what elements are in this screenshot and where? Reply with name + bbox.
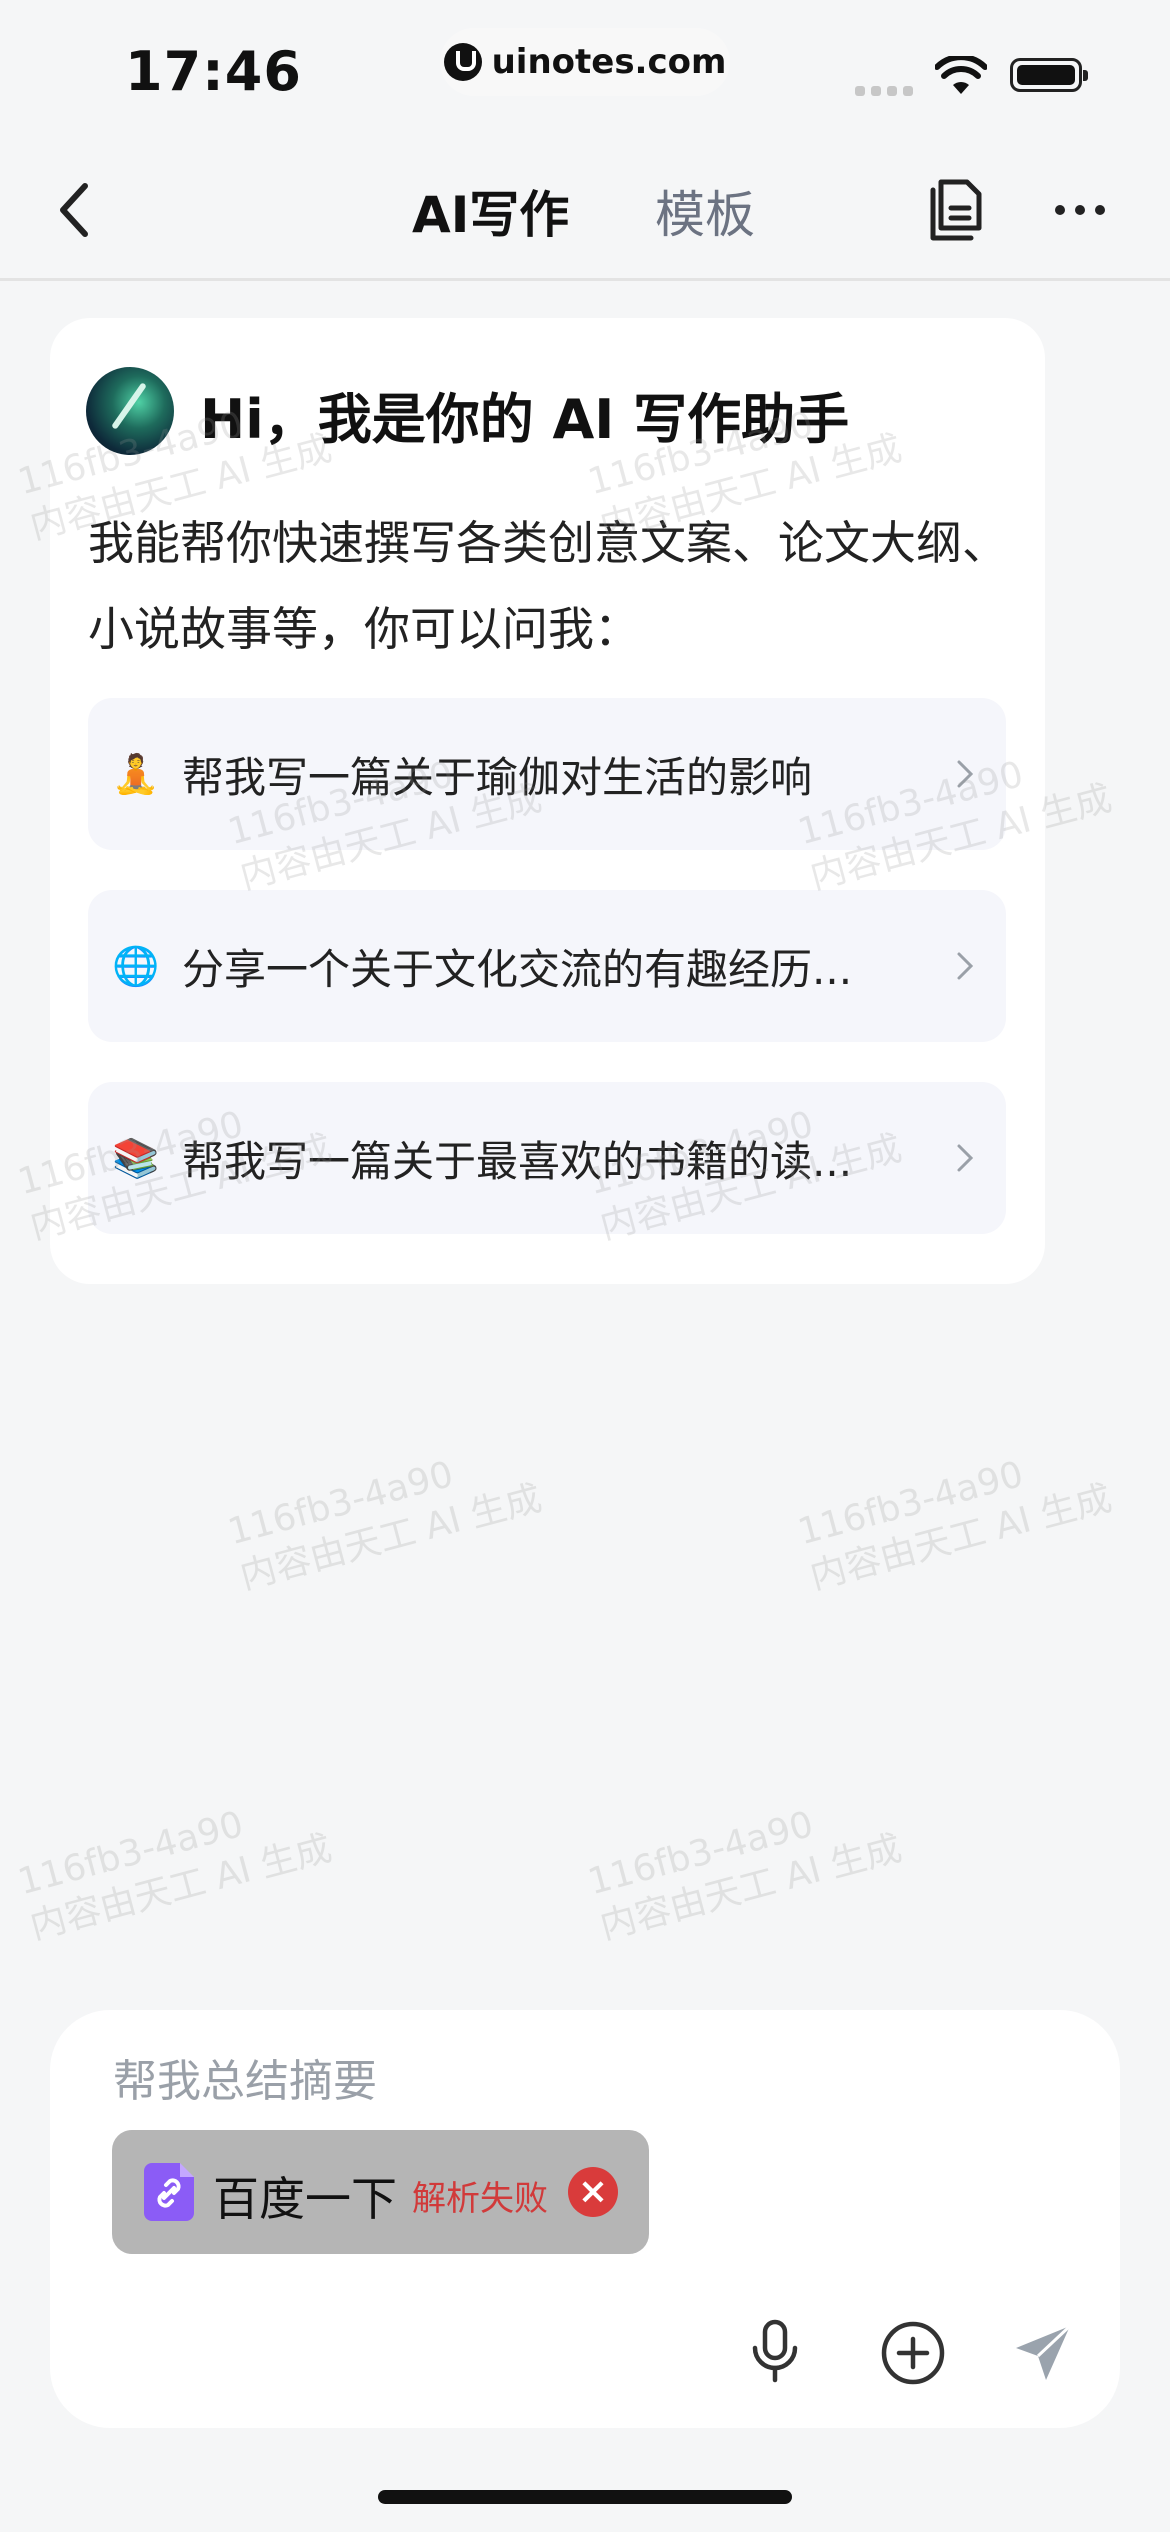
link-file-icon xyxy=(144,2163,194,2221)
chevron-right-icon xyxy=(957,760,974,788)
attachment-title: 百度一下 xyxy=(213,2172,397,2226)
remove-attachment-icon[interactable]: × xyxy=(568,2167,618,2217)
suggestion-item[interactable]: 🌐 分享一个关于文化交流的有趣经历... xyxy=(88,890,1006,1042)
tab-ai-writing[interactable]: AI写作 xyxy=(412,175,569,247)
site-logo-icon xyxy=(443,43,482,81)
chevron-left-icon[interactable] xyxy=(55,178,95,242)
yoga-emoji-icon: 🧘 xyxy=(112,751,160,796)
watermark: 116fb3-4a90 内容由天工 AI 生成 xyxy=(583,1803,906,1948)
watermark: 116fb3-4a90 内容由天工 AI 生成 xyxy=(223,1453,546,1598)
suggestion-item[interactable]: 📚 帮我写一篇关于最喜欢的书籍的读... xyxy=(88,1082,1006,1234)
books-emoji-icon: 📚 xyxy=(112,1135,160,1180)
cellular-signal-icon xyxy=(855,86,913,96)
attachment-status: 解析失败 xyxy=(412,2179,548,2219)
url-pill[interactable]: uinotes.com xyxy=(440,28,730,96)
composer-input[interactable]: 帮我总结摘要 xyxy=(113,2045,377,2109)
globe-emoji-icon: 🌐 xyxy=(112,943,160,988)
documents-icon[interactable] xyxy=(927,176,987,242)
microphone-icon[interactable] xyxy=(750,2318,800,2384)
suggestion-text: 帮我写一篇关于最喜欢的书籍的读... xyxy=(182,1136,853,1186)
url-text: uinotes.com xyxy=(491,42,727,82)
chevron-right-icon xyxy=(957,1144,974,1172)
battery-icon xyxy=(1010,58,1088,92)
more-icon[interactable] xyxy=(1055,205,1105,215)
watermark: 116fb3-4a90 内容由天工 AI 生成 xyxy=(13,1803,336,1948)
plus-circle-icon[interactable] xyxy=(880,2320,946,2386)
suggestion-item[interactable]: 🧘 帮我写一篇关于瑜伽对生活的影响 xyxy=(88,698,1006,850)
wifi-icon xyxy=(935,56,987,94)
status-time: 17:46 xyxy=(125,40,302,103)
suggestion-text: 帮我写一篇关于瑜伽对生活的影响 xyxy=(182,752,813,802)
chevron-right-icon xyxy=(957,952,974,980)
nav-bar xyxy=(0,160,1170,281)
assistant-avatar xyxy=(86,367,174,455)
intro-description: 我能帮你快速撰写各类创意文案、论文大纲、小说故事等，你可以问我： xyxy=(88,516,1008,656)
suggestion-text: 分享一个关于文化交流的有趣经历... xyxy=(182,944,853,994)
watermark: 116fb3-4a90 内容由天工 AI 生成 xyxy=(793,1453,1116,1598)
greeting-title: Hi，我是你的 AI 写作助手 xyxy=(200,388,850,451)
tab-templates[interactable]: 模板 xyxy=(655,175,755,247)
send-icon[interactable] xyxy=(1010,2320,1076,2386)
home-indicator xyxy=(378,2490,792,2504)
